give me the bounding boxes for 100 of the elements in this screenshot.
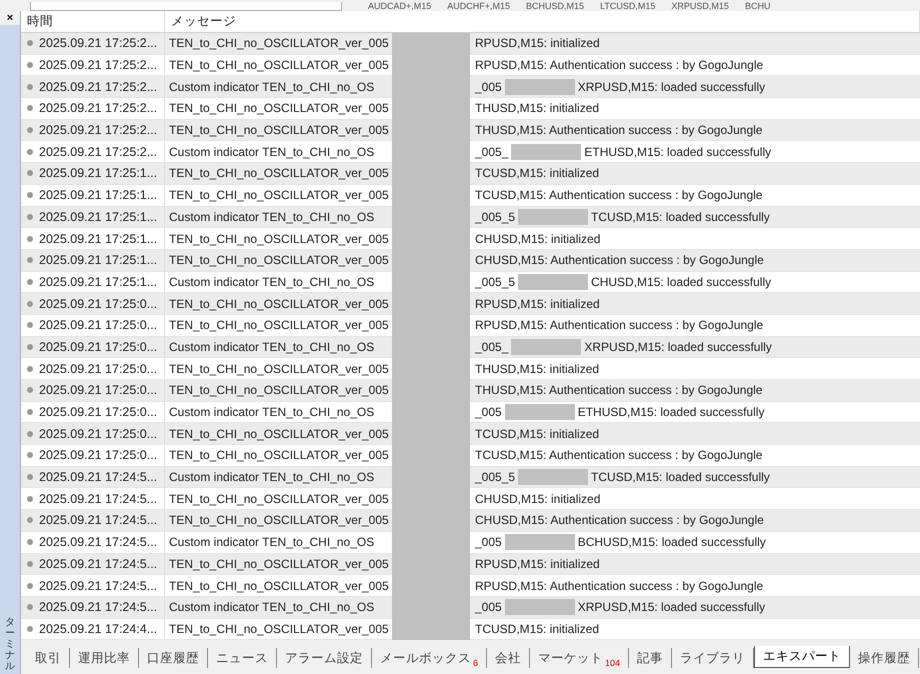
chart-tab[interactable]: AUDCHF+,M15: [447, 1, 510, 11]
terminal-tab[interactable]: 操作履歴: [850, 648, 920, 668]
terminal-tab[interactable]: ニュース: [208, 648, 277, 668]
message-text: Custom indicator TEN_to_CHI_no_OS: [169, 470, 376, 484]
message-text: TEN_to_CHI_no_OSCILLATOR_ver_005: [169, 318, 390, 332]
terminal-tab[interactable]: 会社: [487, 648, 530, 668]
message-text: TEN_to_CHI_no_OSCILLATOR_ver_005: [169, 188, 390, 202]
redaction-block: [511, 338, 582, 355]
log-dot-icon: [27, 214, 33, 220]
time-cell: 2025.09.21 17:25:1...: [39, 210, 158, 224]
terminal-label: ターミナル: [5, 617, 15, 672]
terminal-tab[interactable]: エキスパート: [754, 646, 850, 668]
message-text: TCUSD,M15: loaded successfully: [591, 210, 770, 224]
log-dot-icon: [27, 517, 33, 524]
time-cell: 2025.09.21 17:25:2...: [39, 36, 158, 50]
message-text: _005_: [475, 340, 508, 354]
log-dot-icon: [27, 474, 33, 480]
time-cell: 2025.09.21 17:24:5...: [39, 578, 158, 593]
message-text: _005: [475, 80, 502, 94]
redaction-block: [511, 144, 582, 160]
log-dot-icon: [27, 409, 33, 416]
message-text: Custom indicator TEN_to_CHI_no_OS: [169, 210, 376, 224]
message-text: Custom indicator TEN_to_CHI_no_OS: [169, 274, 376, 289]
time-cell: 2025.09.21 17:25:1...: [39, 166, 158, 180]
message-text: TEN_to_CHI_no_OSCILLATOR_ver_005: [169, 232, 390, 246]
time-cell: 2025.09.21 17:25:1...: [39, 274, 158, 289]
chart-tab[interactable]: BCHUSD,M15: [526, 1, 584, 11]
message-text: TEN_to_CHI_no_OSCILLATOR_ver_005: [169, 622, 390, 636]
message-text: _005_5: [475, 274, 516, 289]
terminal-tab[interactable]: マーケット $_{104}$: [530, 648, 630, 668]
log-dot-icon: [27, 430, 33, 437]
time-cell: 2025.09.21 17:24:5...: [39, 470, 158, 484]
log-dot-icon: [27, 192, 33, 198]
time-cell: 2025.09.21 17:25:0...: [39, 383, 158, 398]
message-text: BCHUSD,M15: loaded successfully: [578, 535, 766, 550]
time-cell: 2025.09.21 17:24:5...: [39, 513, 158, 528]
time-cell: 2025.09.21 17:25:2...: [39, 144, 158, 159]
message-text: Custom indicator TEN_to_CHI_no_OS: [169, 340, 376, 354]
message-text: RPUSD,M15: initialized: [475, 36, 600, 50]
time-cell: 2025.09.21 17:25:1...: [39, 253, 158, 268]
terminal-tab[interactable]: 口座履歴: [139, 648, 208, 668]
message-text: XRPUSD,M15: loaded successfully: [578, 80, 766, 94]
message-text: RPUSD,M15: initialized: [475, 296, 600, 311]
message-text: TCUSD,M15: initialized: [475, 622, 600, 636]
message-text: TEN_to_CHI_no_OSCILLATOR_ver_005: [169, 101, 390, 116]
log-dot-icon: [27, 148, 33, 155]
time-cell: 2025.09.21 17:25:0...: [39, 405, 158, 420]
message-text: TEN_to_CHI_no_OSCILLATOR_ver_005: [169, 296, 390, 311]
message-text: CHUSD,M15: initialized: [475, 232, 600, 246]
message-text: TEN_to_CHI_no_OSCILLATOR_ver_005: [169, 36, 390, 50]
log-dot-icon: [27, 387, 33, 394]
chart-tab[interactable]: XRPUSD,M15: [671, 1, 729, 11]
message-text: TEN_to_CHI_no_OSCILLATOR_ver_005: [169, 123, 390, 138]
time-cell: 2025.09.21 17:25:0...: [39, 448, 158, 462]
redaction-block: [504, 78, 575, 95]
message-text: THUSD,M15: Authentication success : by GogoJungle: [475, 123, 762, 138]
log-dot-icon: [27, 300, 33, 307]
message-text: CHUSD,M15: Authentication success : by GogoJungle: [475, 513, 764, 528]
redaction-block: [504, 404, 575, 420]
message-text: _005: [475, 405, 502, 420]
message-text: TCUSD,M15: Authentication success : by GogoJungle: [475, 188, 762, 202]
log-dot-icon: [27, 84, 33, 90]
message-text: TEN_to_CHI_no_OSCILLATOR_ver_005: [169, 448, 390, 462]
message-text: XRPUSD,M15: loaded successfully: [578, 600, 766, 614]
message-text: CHUSD,M15: loaded successfully: [591, 274, 772, 289]
close-button[interactable]: ×: [0, 11, 20, 25]
message-text: _005_: [475, 144, 508, 159]
time-cell: 2025.09.21 17:25:2...: [39, 123, 158, 138]
log-dot-icon: [27, 344, 33, 350]
message-text: ETHUSD,M15: loaded successfully: [578, 405, 764, 420]
terminal-tab[interactable]: アラーム設定: [277, 648, 372, 668]
time-cell: 2025.09.21 17:24:5...: [39, 492, 158, 506]
message-text: _005: [475, 600, 502, 614]
log-dot-icon: [27, 278, 33, 285]
log-dot-icon: [27, 452, 33, 458]
log-dot-icon: [27, 539, 33, 546]
message-text: THUSD,M15: initialized: [475, 362, 600, 376]
redaction-block: [504, 599, 575, 616]
terminal-tab[interactable]: 運用比率: [70, 648, 139, 668]
chart-tab[interactable]: AUDCAD+,M15: [368, 1, 432, 11]
chart-tab[interactable]: LTCUSD,M15: [600, 1, 656, 11]
terminal-tab[interactable]: 記事: [629, 648, 672, 668]
terminal-tab[interactable]: メールボックス $_{6}$: [372, 648, 488, 668]
terminal-tab[interactable]: 取引: [27, 648, 70, 668]
message-text: _005_5: [475, 470, 516, 484]
log-dot-icon: [27, 322, 33, 328]
message-text: XRPUSD,M15: loaded successfully: [584, 340, 772, 354]
time-cell: 2025.09.21 17:24:5...: [39, 535, 158, 550]
message-text: TEN_to_CHI_no_OSCILLATOR_ver_005: [169, 513, 390, 528]
time-cell: 2025.09.21 17:25:2...: [39, 80, 158, 94]
redaction-block: [518, 208, 588, 225]
message-text: TEN_to_CHI_no_OSCILLATOR_ver_005: [169, 58, 390, 72]
message-text: TEN_to_CHI_no_OSCILLATOR_ver_005: [169, 166, 390, 180]
time-cell: 2025.09.21 17:25:0...: [39, 340, 158, 354]
log-dot-icon: [27, 127, 33, 134]
time-cell: 2025.09.21 17:25:1...: [39, 188, 158, 202]
message-text: RPUSD,M15: Authentication success : by GogoJungle: [475, 578, 764, 593]
redaction-block: [518, 274, 588, 290]
chart-tab[interactable]: BCHU: [744, 1, 770, 11]
message-text: Custom indicator TEN_to_CHI_no_OS: [169, 80, 376, 94]
